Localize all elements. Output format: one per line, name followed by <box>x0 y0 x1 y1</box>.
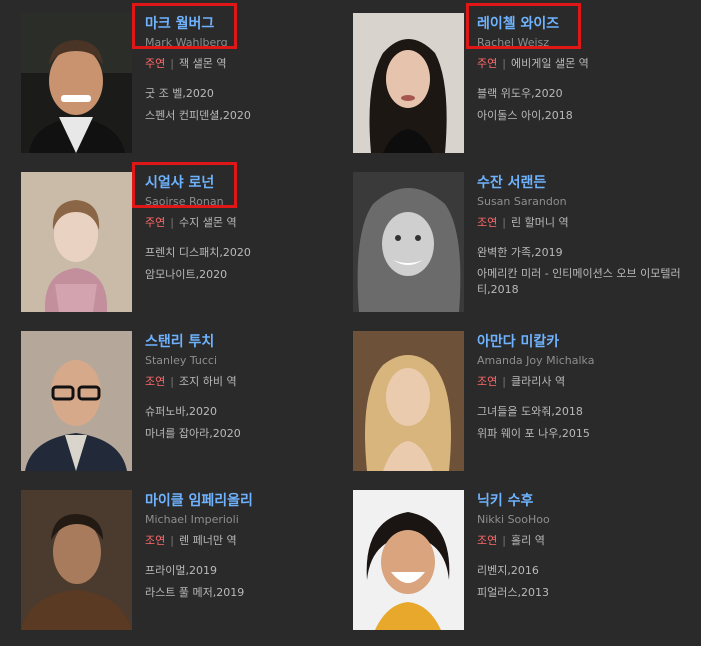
filmography-list: 리벤지,2016 피얼러스,2013 <box>477 562 697 606</box>
actor-photo[interactable] <box>353 172 464 312</box>
actor-name-korean[interactable]: 레이첼 와이즈 <box>477 16 559 33</box>
role-line: 주연 | 수지 샐몬 역 <box>145 216 237 230</box>
actor-photo[interactable] <box>353 13 464 153</box>
actor-name-korean[interactable]: 아만다 미칼카 <box>477 334 559 351</box>
cast-card-michael-imperioli[interactable]: 마이클 임페리올리 Michael Imperioli 조연 | 렌 페너만 역 프… <box>21 490 351 630</box>
separator: | <box>170 57 174 70</box>
filmography-list: 슈퍼노바,2020 마녀를 잡아라,2020 <box>145 403 365 447</box>
character-name: 홀리 역 <box>510 534 545 547</box>
role-type-label: 주연 <box>477 57 498 70</box>
actor-name-english: Nikki SooHoo <box>477 513 550 526</box>
actor-photo[interactable] <box>21 490 132 630</box>
actor-name-english: Amanda Joy Michalka <box>477 354 595 367</box>
role-line: 조연 | 클라리사 역 <box>477 375 565 389</box>
filmography-list: 블랙 위도우,2020 아이돌스 아이,2018 <box>477 85 697 129</box>
cast-card-saoirse-ronan[interactable]: 시얼샤 로넌 Saoirse Ronan 주연 | 수지 샐몬 역 프렌치 디스패치… <box>21 172 351 312</box>
character-name: 잭 샐몬 역 <box>178 57 227 70</box>
actor-photo[interactable] <box>21 13 132 153</box>
cast-card-rachel-weisz[interactable]: 레이첼 와이즈 Rachel Weisz 주연 | 에비게일 샐몬 역 블랙 위도우… <box>353 13 683 153</box>
separator: | <box>502 375 506 388</box>
role-line: 조연 | 렌 페너만 역 <box>145 534 237 548</box>
film-item[interactable]: 스펜서 컨피덴셜,2020 <box>145 107 365 125</box>
film-item[interactable]: 아메리칸 미러 - 인티메이션스 오브 이모텔러티,2018 <box>477 266 697 298</box>
actor-name-korean[interactable]: 시얼샤 로넌 <box>145 175 214 192</box>
role-line: 조연 | 조지 하비 역 <box>145 375 237 389</box>
role-line: 주연 | 잭 샐몬 역 <box>145 57 226 71</box>
filmography-list: 그녀들을 도와줘,2018 위파 웨이 포 나우,2015 <box>477 403 697 447</box>
separator: | <box>170 534 174 547</box>
film-item[interactable]: 블랙 위도우,2020 <box>477 85 697 103</box>
actor-photo[interactable] <box>353 490 464 630</box>
role-type-label: 조연 <box>145 534 166 547</box>
actor-name-english: Saoirse Ronan <box>145 195 224 208</box>
actor-name-english: Susan Sarandon <box>477 195 567 208</box>
actor-photo[interactable] <box>21 331 132 471</box>
separator: | <box>502 534 506 547</box>
filmography-list: 프렌치 디스패치,2020 암모나이트,2020 <box>145 244 365 288</box>
role-type-label: 조연 <box>477 534 498 547</box>
actor-name-korean[interactable]: 닉키 수후 <box>477 493 533 510</box>
actor-name-korean[interactable]: 수잔 서랜든 <box>477 175 546 192</box>
actor-name-korean[interactable]: 마크 월버그 <box>145 16 214 33</box>
character-name: 조지 하비 역 <box>178 375 237 388</box>
film-item[interactable]: 피얼러스,2013 <box>477 584 697 602</box>
filmography-list: 굿 조 벨,2020 스펜서 컨피덴셜,2020 <box>145 85 365 129</box>
separator: | <box>502 216 506 229</box>
character-name: 에비게일 샐몬 역 <box>510 57 589 70</box>
filmography-list: 완벽한 가족,2019 아메리칸 미러 - 인티메이션스 오브 이모텔러티,20… <box>477 244 697 300</box>
separator: | <box>502 57 506 70</box>
film-item[interactable]: 위파 웨이 포 나우,2015 <box>477 425 697 443</box>
film-item[interactable]: 완벽한 가족,2019 <box>477 244 697 262</box>
cast-card-stanley-tucci[interactable]: 스탠리 투치 Stanley Tucci 조연 | 조지 하비 역 슈퍼노바,202… <box>21 331 351 471</box>
role-line: 조연 | 홀리 역 <box>477 534 545 548</box>
role-line: 주연 | 에비게일 샐몬 역 <box>477 57 589 71</box>
actor-name-english: Rachel Weisz <box>477 36 550 49</box>
role-line: 조연 | 린 할머니 역 <box>477 216 569 230</box>
film-item[interactable]: 프렌치 디스패치,2020 <box>145 244 365 262</box>
role-type-label: 주연 <box>145 216 166 229</box>
cast-card-amanda-michalka[interactable]: 아만다 미칼카 Amanda Joy Michalka 조연 | 클라리사 역 그녀… <box>353 331 683 471</box>
actor-photo[interactable] <box>353 331 464 471</box>
actor-name-korean[interactable]: 마이클 임페리올리 <box>145 493 253 510</box>
actor-photo[interactable] <box>21 172 132 312</box>
cast-card-susan-sarandon[interactable]: 수잔 서랜든 Susan Sarandon 조연 | 린 할머니 역 완벽한 가족,… <box>353 172 683 312</box>
separator: | <box>170 216 174 229</box>
actor-name-korean[interactable]: 스탠리 투치 <box>145 334 214 351</box>
role-type-label: 주연 <box>145 57 166 70</box>
film-item[interactable]: 아이돌스 아이,2018 <box>477 107 697 125</box>
film-item[interactable]: 프라이멀,2019 <box>145 562 365 580</box>
film-item[interactable]: 암모나이트,2020 <box>145 266 365 284</box>
film-item[interactable]: 리벤지,2016 <box>477 562 697 580</box>
separator: | <box>170 375 174 388</box>
film-item[interactable]: 슈퍼노바,2020 <box>145 403 365 421</box>
role-type-label: 조연 <box>145 375 166 388</box>
film-item[interactable]: 그녀들을 도와줘,2018 <box>477 403 697 421</box>
filmography-list: 프라이멀,2019 라스트 풀 메저,2019 <box>145 562 365 606</box>
film-item[interactable]: 라스트 풀 메저,2019 <box>145 584 365 602</box>
actor-name-english: Michael Imperioli <box>145 513 239 526</box>
character-name: 렌 페너만 역 <box>178 534 237 547</box>
cast-card-mark-wahlberg[interactable]: 마크 월버그 Mark Wahlberg 주연 | 잭 샐몬 역 굿 조 벨,202… <box>21 13 351 153</box>
character-name: 클라리사 역 <box>510 375 566 388</box>
role-type-label: 조연 <box>477 375 498 388</box>
film-item[interactable]: 굿 조 벨,2020 <box>145 85 365 103</box>
film-item[interactable]: 마녀를 잡아라,2020 <box>145 425 365 443</box>
actor-name-english: Stanley Tucci <box>145 354 218 367</box>
actor-name-english: Mark Wahlberg <box>145 36 228 49</box>
character-name: 수지 샐몬 역 <box>178 216 237 229</box>
character-name: 린 할머니 역 <box>510 216 569 229</box>
role-type-label: 조연 <box>477 216 498 229</box>
cast-card-nikki-soohoo[interactable]: 닉키 수후 Nikki SooHoo 조연 | 홀리 역 리벤지,2016 피얼러스… <box>353 490 683 630</box>
